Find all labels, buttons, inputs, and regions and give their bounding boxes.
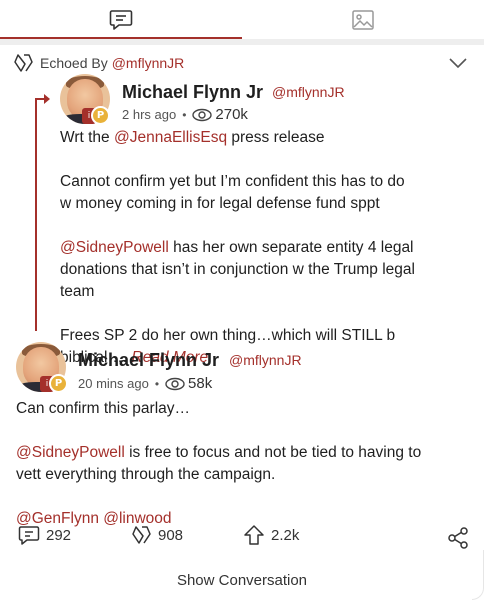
view-count: 58k [188,375,213,392]
tab-media[interactable] [242,0,484,40]
post-actions: 292 908 2.2k [0,524,484,552]
chevron-down-icon[interactable] [448,56,468,70]
user-badges: i P [40,374,68,393]
tab-bar [0,0,484,40]
comment-button[interactable]: 292 [18,524,71,546]
text-segment: has her own separate entity 4 legal [168,239,414,256]
text-line: Frees SP 2 do her own thing…which will S… [60,327,396,344]
text-segment: Wrt the [60,129,114,146]
separator-dot: • [154,376,160,391]
echo-icon [132,526,151,544]
text-line: Cannot confirm yet but I’m confident thi… [60,173,405,190]
echo-icon [14,54,33,72]
text-line: team [60,283,95,300]
image-icon [352,10,374,30]
thread-connector [35,99,37,331]
thread-arrow-icon [44,94,50,104]
text-line: Can confirm this parlay… [16,400,191,417]
text-line: donations that isn’t in conjunction w th… [60,261,415,278]
quoted-post-body: Wrt the @JennaEllisEsq press release Can… [60,127,470,369]
post-icon [109,10,133,30]
upvote-count: 2.2k [271,526,300,544]
mention-link[interactable]: @SidneyPowell [16,444,125,461]
separator-dot: • [182,107,187,122]
show-conversation-link[interactable]: Show Conversation [0,572,484,589]
gold-badge-icon: P [91,106,110,125]
echo-handle[interactable]: @mflynnJR [112,55,185,71]
author-handle[interactable]: @mflynnJR [272,84,345,100]
share-icon[interactable] [446,526,470,550]
card-corner [472,550,484,600]
mention-link[interactable]: @SidneyPowell [60,239,169,256]
main-post-body: Can confirm this parlay… @SidneyPowell i… [16,398,476,530]
text-line: vett everything through the campaign. [16,466,276,483]
post-time: 20 mins ago [78,376,149,391]
tab-separator [0,39,484,45]
author-name[interactable]: Michael Flynn Jr [78,350,219,371]
view-count: 270k [215,106,248,123]
eye-icon [165,377,185,390]
post-time: 2 hrs ago [122,107,177,122]
comment-count: 292 [46,526,72,544]
echo-button[interactable]: 908 [130,524,183,546]
eye-icon [192,108,213,121]
author-handle[interactable]: @mflynnJR [229,352,302,368]
text-segment: is free to focus and not be tied to havi… [124,444,422,461]
echo-attribution: Echoed By @mflynnJR [12,52,472,74]
text-line: w money coming in for legal defense fund… [60,195,380,212]
gold-badge-icon: P [49,374,68,393]
post-meta: 20 mins ago • 58k [78,375,212,392]
comment-icon [18,526,40,545]
upvote-icon [244,525,264,545]
echo-label: Echoed By [40,55,108,71]
author-name[interactable]: Michael Flynn Jr [122,82,263,103]
echo-count: 908 [158,526,184,544]
mention-link[interactable]: @JennaEllisEsq [114,129,227,146]
text-segment: press release [227,129,325,146]
user-badges: i P [82,106,110,125]
post-meta: 2 hrs ago • 270k [122,106,248,123]
upvote-button[interactable]: 2.2k [243,524,299,546]
tab-posts[interactable] [0,0,242,40]
